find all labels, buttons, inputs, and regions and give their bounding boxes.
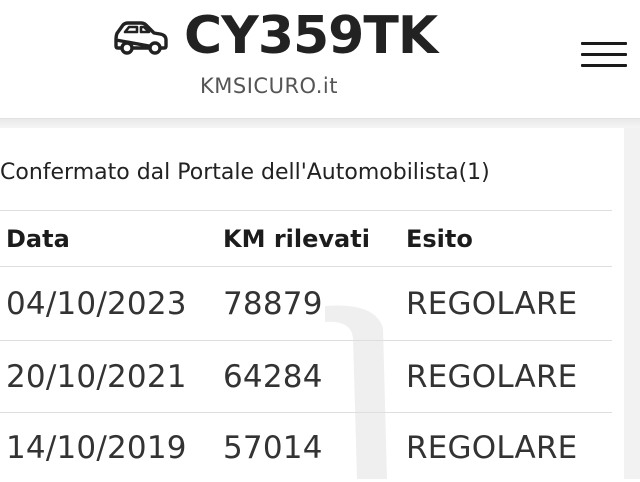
table-row: 14/10/2019 57014 REGOLARE [0, 412, 612, 482]
table-row: 04/10/2023 78879 REGOLARE [0, 266, 612, 340]
row-esito: REGOLARE [406, 358, 578, 395]
hamburger-menu-icon[interactable] [578, 38, 630, 72]
column-header-esito: Esito [406, 224, 473, 253]
row-km: 57014 [223, 429, 323, 466]
km-table: Data KM rilevati Esito 04/10/2023 78879 … [0, 210, 612, 482]
row-km: 78879 [223, 285, 323, 322]
row-date: 20/10/2021 [6, 358, 187, 395]
page-header: CY359TK KMSICURO.it [0, 0, 640, 118]
column-header-km: KM rilevati [223, 224, 370, 253]
section-title: Confermato dal Portale dell'Automobilist… [0, 160, 490, 185]
row-esito: REGOLARE [406, 429, 578, 466]
site-name: KMSICURO.it [200, 74, 338, 98]
row-date: 14/10/2019 [6, 429, 187, 466]
row-date: 04/10/2023 [6, 285, 187, 322]
row-esito: REGOLARE [406, 285, 578, 322]
table-row: 20/10/2021 64284 REGOLARE [0, 340, 612, 412]
plate-number: CY359TK [184, 6, 438, 66]
table-header-row: Data KM rilevati Esito [0, 210, 612, 266]
row-km: 64284 [223, 358, 323, 395]
car-icon [110, 16, 172, 56]
title-row: CY359TK [110, 6, 438, 66]
column-header-data: Data [6, 224, 70, 253]
